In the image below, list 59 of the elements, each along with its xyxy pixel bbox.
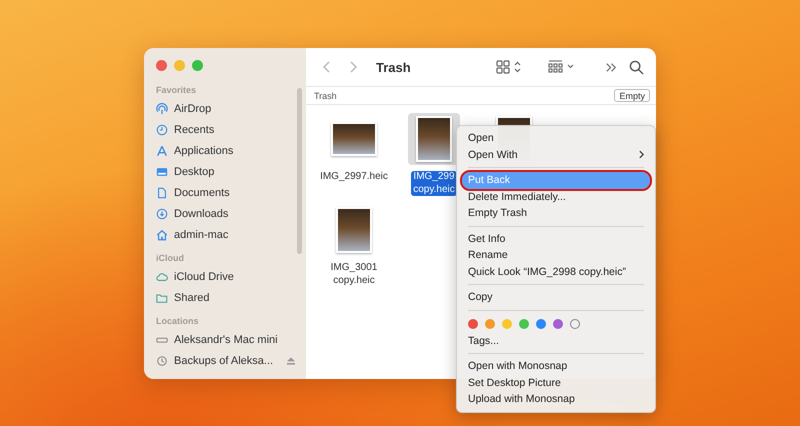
menu-item[interactable]: Rename: [462, 247, 650, 264]
desktop-icon: [156, 166, 168, 178]
cloud-icon: [156, 270, 168, 282]
scrollbar[interactable]: [297, 88, 302, 254]
menu-item[interactable]: Copy: [462, 289, 650, 306]
sidebar-item[interactable]: Desktop: [156, 161, 306, 182]
forward-icon[interactable]: [348, 60, 358, 74]
sidebar-item[interactable]: AirDrop: [156, 98, 306, 119]
menu-item[interactable]: Empty Trash: [462, 205, 650, 222]
menu-item[interactable]: Tags...: [462, 332, 650, 349]
menu-item[interactable]: Open With: [462, 146, 650, 163]
menu-item[interactable]: Upload with Monosnap: [462, 391, 650, 408]
menu-item[interactable]: Open: [462, 130, 650, 146]
menu-item[interactable]: Delete Immediately...: [462, 188, 650, 205]
tag-dot[interactable]: [536, 318, 546, 328]
sidebar-heading: Locations: [156, 316, 200, 326]
menu-item[interactable]: Set Desktop Picture: [462, 374, 650, 391]
file-name[interactable]: IMG_2997.heic: [318, 171, 390, 184]
tag-dot[interactable]: [485, 318, 495, 328]
sidebar-item[interactable]: Documents: [156, 182, 306, 203]
close-button[interactable]: [156, 60, 167, 71]
menu-item[interactable]: Open with Monosnap: [462, 358, 650, 374]
sidebar-heading: Favorites: [156, 85, 198, 95]
photo-placeholder[interactable]: [331, 122, 377, 156]
menu-item[interactable]: Quick Look “IMG_2998 copy.heic”: [462, 264, 650, 280]
eject-icon[interactable]: [287, 356, 296, 364]
clock-icon: [156, 124, 168, 136]
tag-dot[interactable]: [468, 318, 478, 328]
shared-icon: [156, 292, 168, 304]
search-icon[interactable]: [629, 60, 644, 74]
tag-dot[interactable]: [519, 318, 529, 328]
back-icon[interactable]: [322, 60, 332, 74]
download-icon: [156, 208, 168, 220]
apps-icon: [156, 144, 168, 156]
airdrop-icon: [156, 102, 168, 114]
sidebar-item[interactable]: Recents: [156, 119, 306, 140]
sidebar-item[interactable]: Applications: [156, 140, 306, 161]
tag-dot[interactable]: [502, 318, 512, 328]
tag-dot[interactable]: [553, 318, 563, 328]
empty-button[interactable]: Empty: [614, 89, 650, 102]
file-name[interactable]: IMG_3001 copy.heic: [328, 262, 380, 287]
sidebar-item[interactable]: Shared: [156, 287, 306, 308]
sidebar-item[interactable]: Downloads: [156, 203, 306, 224]
sidebar-heading: iCloud: [156, 253, 185, 263]
sidebar-item[interactable]: Aleksandr's Mac mini: [156, 329, 306, 350]
doc-icon: [156, 186, 168, 198]
photo-placeholder[interactable]: [416, 116, 452, 162]
sidebar-item[interactable]: Backups of Aleksa...: [156, 350, 306, 371]
photo-placeholder[interactable]: [336, 207, 372, 253]
group-icon[interactable]: [548, 59, 576, 75]
tag-dot[interactable]: [570, 318, 580, 328]
path-label: Trash: [314, 90, 337, 100]
sidebar-item[interactable]: iCloud Drive: [156, 266, 306, 287]
zoom-button[interactable]: [192, 60, 203, 71]
menu-item[interactable]: Get Info: [462, 230, 650, 247]
window-title: Trash: [376, 60, 411, 74]
sidebar-item[interactable]: admin-mac: [156, 224, 306, 245]
home-icon: [156, 228, 168, 240]
file-name[interactable]: IMG_299 copy.heic: [411, 171, 457, 196]
